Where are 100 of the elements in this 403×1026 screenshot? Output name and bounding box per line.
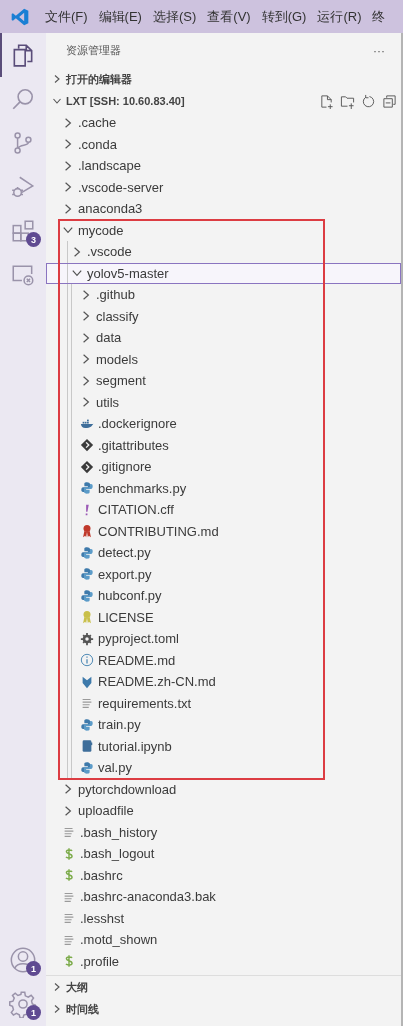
- gear-icon: [80, 631, 94, 646]
- menu-item[interactable]: 查看(V): [207, 7, 251, 26]
- collapse-all-icon[interactable]: [382, 93, 397, 109]
- chevron-icon: [62, 804, 74, 817]
- notification-badge: 3: [26, 232, 41, 247]
- folder-item[interactable]: uploadfile: [46, 800, 401, 822]
- account-activity-button[interactable]: 1: [0, 938, 46, 982]
- file-item[interactable]: .gitattributes: [46, 434, 401, 456]
- file-item[interactable]: .lesshst: [46, 907, 401, 929]
- section-header[interactable]: 大纲: [46, 976, 401, 998]
- file-item[interactable]: pyproject.toml: [46, 628, 401, 650]
- refresh-icon[interactable]: [361, 93, 376, 109]
- menu-item[interactable]: 终: [372, 7, 386, 26]
- folder-item[interactable]: pytorchdownload: [46, 778, 401, 800]
- file-item[interactable]: .motd_shown: [46, 929, 401, 951]
- chevron-icon: [62, 116, 74, 129]
- file-item[interactable]: .dockerignore: [46, 413, 401, 435]
- text-lines-icon: [80, 696, 94, 711]
- folder-item[interactable]: .vscode: [46, 241, 401, 263]
- chevron-icon: [62, 202, 74, 215]
- file-item[interactable]: README.md: [46, 649, 401, 671]
- file-item[interactable]: .gitignore: [46, 456, 401, 478]
- extensions-icon: [10, 218, 36, 244]
- chevron-icon: [62, 138, 74, 151]
- python-icon: [80, 717, 94, 732]
- folder-item[interactable]: yolov5-master: [46, 262, 401, 284]
- file-item[interactable]: LICENSE: [46, 606, 401, 628]
- menu-item[interactable]: 编辑(E): [98, 7, 142, 26]
- python-icon: [80, 760, 94, 775]
- chevron-icon: [52, 74, 62, 84]
- chevron-icon: [62, 181, 74, 194]
- git-icon: [80, 438, 94, 453]
- more-actions-button[interactable]: ···: [373, 43, 385, 58]
- folder-item[interactable]: mycode: [46, 219, 401, 241]
- folder-item[interactable]: data: [46, 327, 401, 349]
- ribbon-icon: [80, 610, 94, 625]
- python-icon: [80, 481, 94, 496]
- file-item[interactable]: train.py: [46, 714, 401, 736]
- folder-item[interactable]: classify: [46, 305, 401, 327]
- extensions-activity-button[interactable]: 3: [0, 209, 46, 253]
- file-item[interactable]: .bashrc-anaconda3.bak: [46, 886, 401, 908]
- notification-badge: 1: [26, 961, 41, 976]
- menu-item[interactable]: 转到(G): [261, 7, 307, 26]
- chevron-icon: [71, 245, 83, 258]
- text-lines-icon: [62, 825, 76, 840]
- dollar-icon: [62, 954, 76, 969]
- info-icon: [80, 653, 94, 668]
- python-icon: [80, 588, 94, 603]
- file-item[interactable]: .bashrc: [46, 864, 401, 886]
- chevron-icon: [80, 310, 92, 323]
- git-icon: [80, 459, 94, 474]
- chevron-icon: [80, 331, 92, 344]
- chevron-icon: [52, 982, 62, 992]
- download-arrow-icon: [80, 674, 94, 689]
- file-item[interactable]: detect.py: [46, 542, 401, 564]
- file-item[interactable]: .bash_logout: [46, 843, 401, 865]
- sidebar-title: 资源管理器: [66, 43, 121, 58]
- folder-item[interactable]: utils: [46, 391, 401, 413]
- app-logo-icon: [10, 6, 30, 27]
- folder-item[interactable]: anaconda3: [46, 198, 401, 220]
- folder-item[interactable]: segment: [46, 370, 401, 392]
- chevron-icon: [52, 96, 62, 106]
- run-debug-icon: [10, 174, 36, 200]
- dollar-icon: [62, 868, 76, 883]
- file-item[interactable]: tutorial.ipynb: [46, 735, 401, 757]
- file-item[interactable]: .profile: [46, 950, 401, 972]
- dollar-icon: [62, 846, 76, 861]
- folder-item[interactable]: .landscape: [46, 155, 401, 177]
- new-file-icon[interactable]: [319, 93, 334, 109]
- chevron-icon: [52, 1004, 62, 1014]
- file-item[interactable]: CONTRIBUTING.md: [46, 520, 401, 542]
- file-item[interactable]: CITATION.cff: [46, 499, 401, 521]
- file-item[interactable]: requirements.txt: [46, 692, 401, 714]
- folder-item[interactable]: .vscode-server: [46, 176, 401, 198]
- folder-item[interactable]: .cache: [46, 112, 401, 134]
- section-header[interactable]: LXT [SSH: 10.60.83.40]: [46, 90, 401, 112]
- file-item[interactable]: export.py: [46, 563, 401, 585]
- chevron-icon: [80, 396, 92, 409]
- file-item[interactable]: val.py: [46, 757, 401, 779]
- folder-item[interactable]: models: [46, 348, 401, 370]
- menu-item[interactable]: 选择(S): [152, 7, 197, 26]
- settings-activity-button[interactable]: 1: [0, 982, 46, 1026]
- search-icon: [10, 86, 36, 112]
- python-icon: [80, 545, 94, 560]
- file-item[interactable]: .bash_history: [46, 821, 401, 843]
- file-item[interactable]: README.zh-CN.md: [46, 671, 401, 693]
- chevron-icon: [80, 353, 92, 366]
- section-header[interactable]: 时间线: [46, 998, 401, 1020]
- python-icon: [80, 567, 94, 582]
- folder-item[interactable]: .conda: [46, 133, 401, 155]
- file-item[interactable]: hubconf.py: [46, 585, 401, 607]
- account-icon: [9, 946, 37, 974]
- folder-item[interactable]: .github: [46, 284, 401, 306]
- menu-item[interactable]: 运行(R): [317, 7, 362, 26]
- settings-icon: [9, 990, 37, 1018]
- menu-item[interactable]: 文件(F): [45, 7, 88, 26]
- file-item[interactable]: benchmarks.py: [46, 477, 401, 499]
- section-header[interactable]: 打开的编辑器: [46, 68, 401, 90]
- chevron-icon: [80, 374, 92, 387]
- new-folder-icon[interactable]: [340, 93, 355, 109]
